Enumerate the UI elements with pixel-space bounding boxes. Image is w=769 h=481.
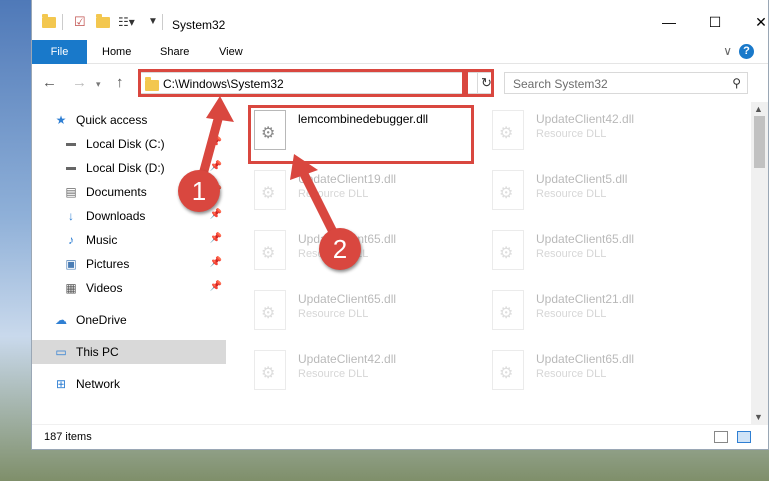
step-badge-1: 1 — [178, 170, 220, 212]
step-badge-2: 2 — [319, 228, 361, 270]
file-explorer-window: ☑ ☷▾ ▼ System32 — ☐ ✕ File Home Share Vi… — [31, 0, 769, 450]
arrow-1 — [197, 107, 225, 183]
arrow-1-head — [206, 96, 234, 122]
arrow-2 — [297, 165, 341, 243]
annotation-arrows — [197, 96, 341, 243]
